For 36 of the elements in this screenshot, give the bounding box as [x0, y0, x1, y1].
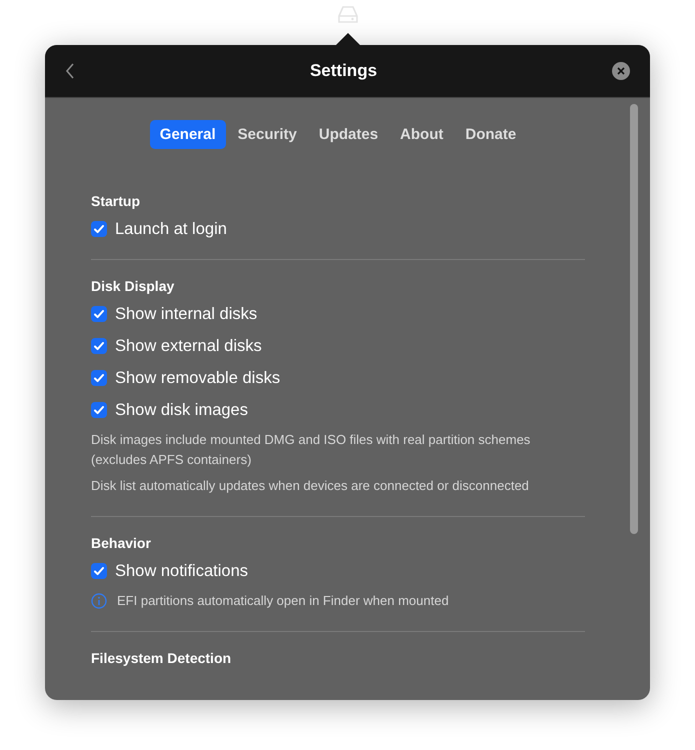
checkbox[interactable] [91, 563, 107, 579]
tab[interactable]: General [150, 120, 226, 149]
checkbox[interactable] [91, 306, 107, 322]
tab[interactable]: Updates [308, 120, 388, 149]
back-icon[interactable] [65, 63, 75, 79]
tab[interactable]: About [390, 120, 454, 149]
section-title: Startup [91, 193, 141, 209]
section-title: Filesystem Detection [91, 650, 232, 666]
window-title: Settings [310, 61, 378, 81]
checkbox-label[interactable]: Launch at login [115, 220, 227, 238]
checkbox[interactable] [91, 338, 107, 354]
checkbox-label[interactable]: Show notifications [115, 562, 248, 580]
checkmark-icon [93, 223, 105, 235]
tab[interactable]: Donate [455, 120, 526, 149]
checkbox-label[interactable]: Show disk images [115, 400, 248, 420]
checkmark-icon [93, 340, 105, 352]
info-icon [91, 593, 107, 609]
checkbox[interactable] [91, 370, 107, 386]
checkbox[interactable] [91, 221, 107, 237]
checkbox-label[interactable]: Show internal disks [115, 304, 258, 324]
close-button[interactable] [612, 62, 630, 80]
checkbox-label[interactable]: Show external disks [115, 336, 262, 356]
note-text: Disk images include mounted DMG and ISO files with real partition schemes (excludes APFS containers) [91, 431, 532, 469]
checkmark-icon [93, 404, 105, 416]
checkmark-icon [93, 372, 105, 384]
checkbox[interactable] [91, 402, 107, 418]
note-text: Disk list automatically updates when devices are connected or disconnected [91, 477, 529, 495]
scrollbar-thumb[interactable] [630, 104, 638, 534]
checkbox-label[interactable]: Show removable disks [115, 368, 280, 388]
checkmark-icon [93, 308, 105, 320]
section-title: Behavior [91, 535, 152, 551]
tab[interactable]: Security [228, 120, 307, 149]
checkmark-icon [93, 565, 105, 577]
section-title: Disk Display [91, 278, 176, 294]
info-text: EFI partitions automatically open in Finder when mounted [117, 592, 449, 610]
close-icon [617, 67, 625, 75]
